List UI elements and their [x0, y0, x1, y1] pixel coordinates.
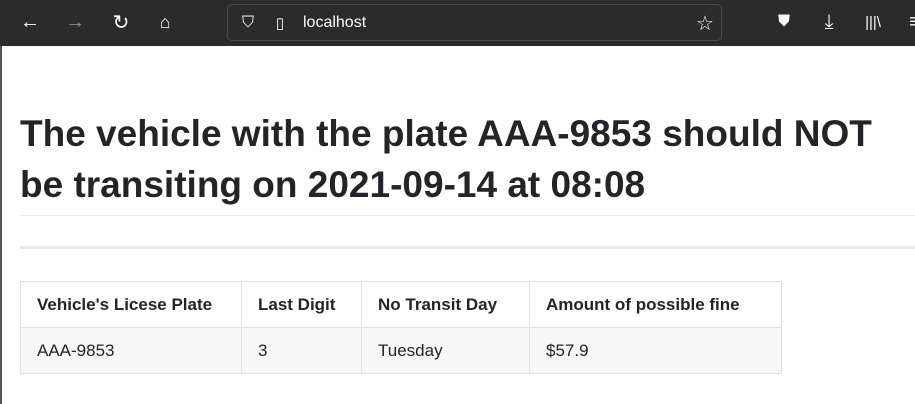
header-plate: Vehicle's Licese Plate: [20, 281, 242, 328]
header-fine: Amount of possible fine: [529, 281, 782, 328]
back-icon[interactable]: ←: [18, 10, 42, 34]
page-title: The vehicle with the plate AAA-9853 shou…: [20, 108, 915, 210]
title-line-2: be transiting on 2021-09-14 at 08:08: [20, 164, 646, 205]
shield-icon[interactable]: ⛉: [236, 11, 260, 35]
home-icon[interactable]: ⌂: [153, 10, 177, 34]
cell-last-digit: 3: [241, 327, 362, 374]
window-edge: [0, 46, 2, 404]
menu-icon[interactable]: ≡: [903, 10, 915, 34]
url-text[interactable]: localhost: [303, 14, 366, 32]
url-bar[interactable]: ⛉ ▯ localhost ☆: [227, 4, 722, 41]
title-line-1: The vehicle with the plate AAA-9853 shou…: [20, 113, 872, 154]
reload-icon[interactable]: ↻: [109, 10, 133, 34]
download-icon[interactable]: ⤓: [817, 10, 841, 34]
page-icon[interactable]: ▯: [268, 11, 292, 35]
result-table: Vehicle's Licese Plate Last Digit No Tra…: [20, 281, 782, 374]
library-icon[interactable]: |||\: [861, 10, 885, 34]
cell-no-transit-day: Tuesday: [361, 327, 530, 374]
cell-plate: AAA-9853: [20, 327, 242, 374]
table-row: AAA-9853 3 Tuesday $57.9: [20, 327, 782, 374]
table-header-row: Vehicle's Licese Plate Last Digit No Tra…: [20, 281, 782, 328]
header-no-transit-day: No Transit Day: [361, 281, 530, 328]
divider: [20, 215, 915, 216]
cell-fine: $57.9: [529, 327, 782, 374]
forward-icon[interactable]: →: [63, 10, 87, 34]
star-icon[interactable]: ☆: [693, 11, 717, 35]
divider-thick: [20, 246, 915, 249]
pocket-icon[interactable]: ⛊: [772, 10, 796, 34]
header-last-digit: Last Digit: [241, 281, 362, 328]
browser-toolbar: ← → ↻ ⌂ ⛉ ▯ localhost ☆ ⛊ ⤓ |||\ ≡: [0, 0, 915, 46]
